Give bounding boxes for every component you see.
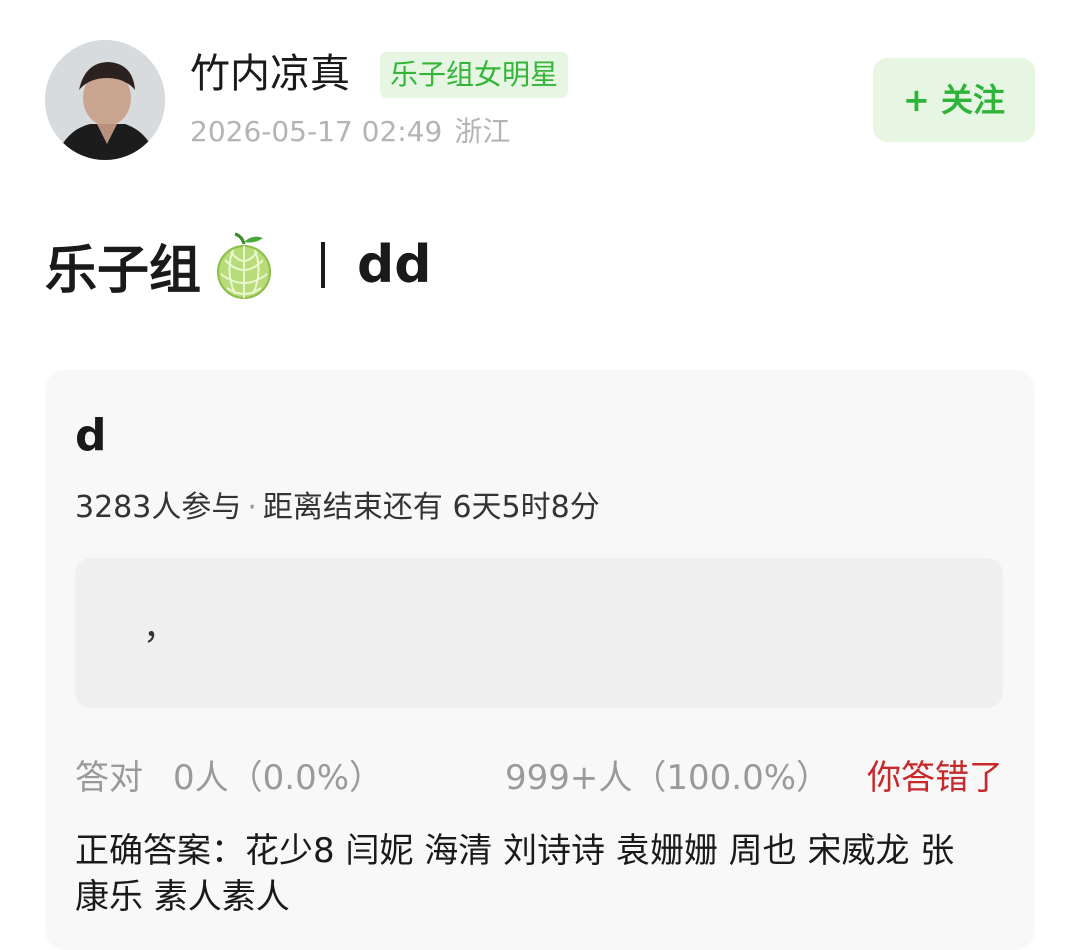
author-name[interactable]: 竹内凉真: [190, 46, 350, 102]
follow-button[interactable]: + 关注: [873, 58, 1035, 142]
post-location: 浙江: [454, 115, 511, 148]
correct-answer: 正确答案：花少8 闫妮 海清 刘诗诗 袁姗姗 周也 宋威龙 张康乐 素人素人: [75, 831, 955, 917]
quiz-card: d 3283人参与 · 距离结束还有 6天5时8分 ， 答对 0人（0.0%） 99…: [45, 370, 1035, 950]
quiz-time-remaining: 距离结束还有 6天5时8分: [262, 490, 600, 525]
correct-count: 0人（0.0%）: [173, 758, 384, 798]
quiz-results: 答对 0人（0.0%） 999+人（100.0%） 你答错了: [75, 754, 1005, 802]
post-title: 乐子组 dd: [45, 225, 431, 305]
author-avatar[interactable]: [45, 40, 165, 160]
result-label: 答对: [75, 758, 143, 798]
post-timestamp: 2026-05-17 02:49: [190, 115, 443, 148]
quiz-title: d: [75, 410, 107, 461]
quiz-participants: 3283人参与: [75, 490, 242, 525]
answer-value: ，: [143, 608, 177, 648]
answer-box[interactable]: ，: [75, 558, 1003, 708]
verdict-text: 你答错了: [867, 758, 1003, 798]
post-title-right: dd: [357, 235, 432, 295]
quiz-stats: 3283人参与 · 距离结束还有 6天5时8分: [75, 487, 600, 529]
quiz-separator: ·: [247, 490, 257, 525]
post-title-left: 乐子组: [45, 240, 202, 301]
melon-icon: [211, 230, 277, 300]
title-divider: [321, 242, 326, 288]
wrong-count: 999+人（100.0%）: [505, 758, 831, 798]
author-badge: 乐子组女明星: [380, 52, 569, 98]
post-meta: 2026-05-17 02:49 浙江: [190, 112, 510, 152]
